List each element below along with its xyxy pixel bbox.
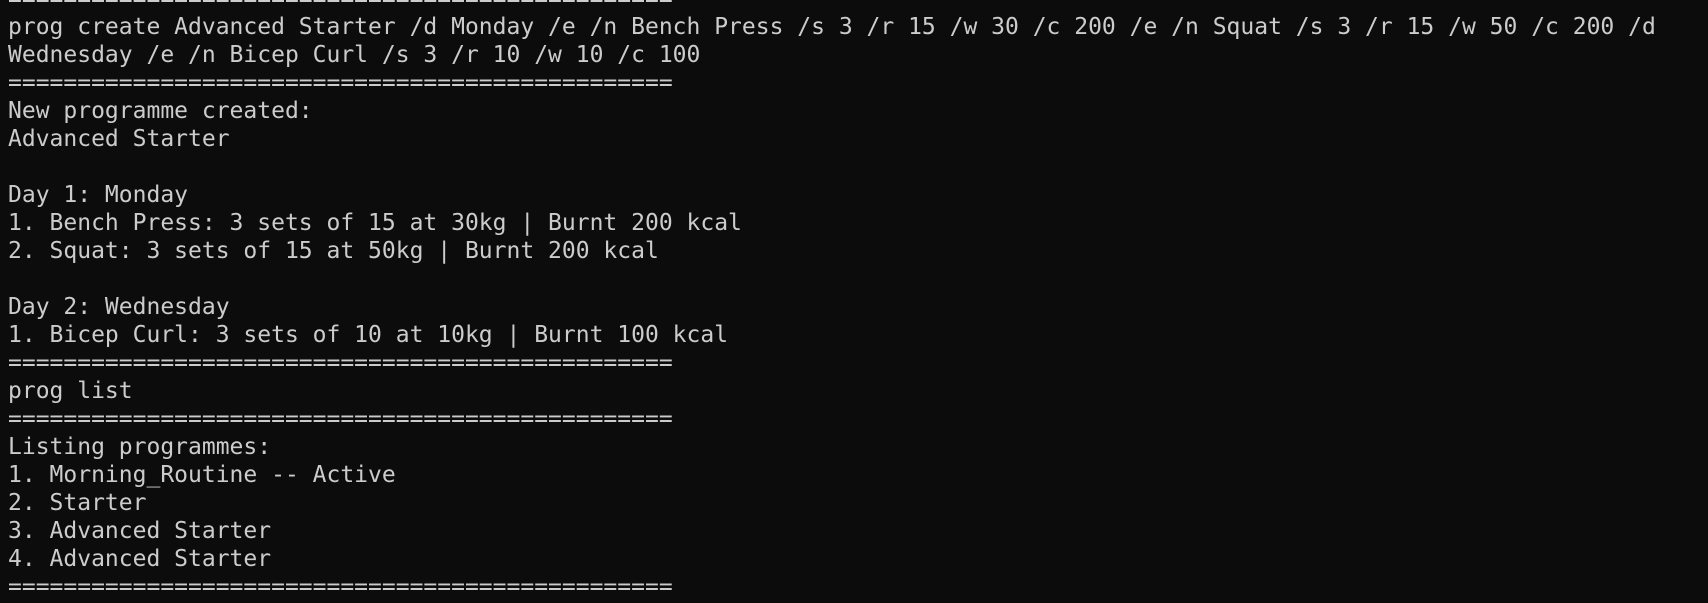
list-item: 2. Starter	[8, 490, 147, 516]
command-line: prog create Advanced Starter /d Monday /…	[8, 14, 1656, 40]
command-line-continuation: Wednesday /e /n Bicep Curl /s 3 /r 10 /w…	[8, 42, 701, 68]
output-line: Day 2: Wednesday	[8, 294, 230, 320]
command-line: prog list	[8, 378, 133, 404]
separator-line: ========================================…	[8, 0, 1704, 13]
output-line: 1. Bench Press: 3 sets of 15 at 30kg | B…	[8, 210, 742, 236]
output-line: Listing programmes:	[8, 434, 272, 460]
terminal-output: ========================================…	[8, 0, 1704, 601]
list-item: 3. Advanced Starter	[8, 518, 272, 544]
separator-line: ========================================…	[8, 574, 673, 600]
output-line: New programme created:	[8, 98, 313, 124]
separator-line: ========================================…	[8, 406, 673, 432]
list-item: 4. Advanced Starter	[8, 546, 272, 572]
separator-line: ========================================…	[8, 350, 673, 376]
output-line: Advanced Starter	[8, 126, 230, 152]
list-item: 1. Morning_Routine -- Active	[8, 462, 396, 488]
output-line: Day 1: Monday	[8, 182, 189, 208]
separator-line: ========================================…	[8, 70, 673, 96]
terminal-window[interactable]: ========================================…	[0, 0, 1708, 603]
output-line: 2. Squat: 3 sets of 15 at 50kg | Burnt 2…	[8, 238, 659, 264]
output-line: 1. Bicep Curl: 3 sets of 10 at 10kg | Bu…	[8, 322, 729, 348]
